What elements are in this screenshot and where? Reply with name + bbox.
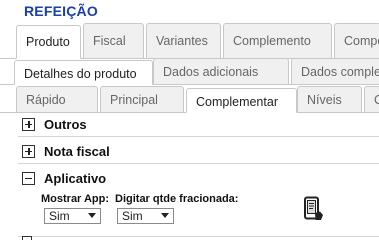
digitar-qtde-select[interactable]: Sim (117, 208, 174, 224)
tab-produto[interactable]: Produto (16, 25, 81, 59)
section-nota-fiscal[interactable]: Nota fiscal (18, 139, 379, 164)
mostrar-app-select[interactable]: Sim (44, 208, 101, 224)
tab-dados-adicionais[interactable]: Dados adicionais (153, 58, 289, 85)
section-aplicativo[interactable]: Aplicativo (18, 166, 379, 190)
mostrar-app-value: Sim (49, 209, 70, 223)
expand-icon[interactable] (22, 117, 35, 131)
sub-tab-bar: Detalhes do produto Dados adicionais Dad… (0, 58, 379, 85)
digitar-qtde-label: Digitar qtde fracionada: (115, 193, 239, 205)
tab-niveis[interactable]: Níveis (297, 86, 362, 113)
section-label: Nota fiscal (44, 143, 110, 159)
collapse-icon[interactable] (22, 171, 35, 185)
tab-fiscal[interactable]: Fiscal (83, 23, 144, 59)
expand-icon[interactable] (22, 144, 35, 158)
section-label: Aplicativo (44, 170, 107, 186)
mostrar-app-label: Mostrar App: (41, 193, 110, 205)
section-outros[interactable]: Outros (18, 112, 379, 137)
tab-rapido[interactable]: Rápido (16, 86, 98, 113)
main-tab-bar: Produto Fiscal Variantes Complemento Com… (0, 23, 379, 59)
tab-variantes[interactable]: Variantes (146, 23, 221, 59)
section-divider (18, 236, 379, 237)
tab-complemento[interactable]: Complemento (223, 23, 332, 59)
page-title: REFEIÇÃO (24, 3, 98, 19)
tab-more[interactable]: C (364, 86, 379, 113)
chevron-down-icon (161, 213, 169, 218)
tab-dados-complementares[interactable]: Dados complem (291, 58, 379, 85)
next-section-toggle (22, 236, 32, 240)
tab-principal[interactable]: Principal (100, 86, 184, 113)
chevron-down-icon (88, 213, 96, 218)
detail-tab-bar: Rápido Principal Complementar Níveis C (0, 86, 379, 113)
section-label: Outros (44, 116, 87, 132)
digitar-qtde-value: Sim (122, 209, 143, 223)
tab-composicao[interactable]: Compo (334, 23, 379, 59)
tab-complementar[interactable]: Complementar (186, 88, 297, 113)
mobile-phone-icon (304, 196, 323, 220)
tab-detalhes-do-produto[interactable]: Detalhes do produto (14, 60, 153, 85)
